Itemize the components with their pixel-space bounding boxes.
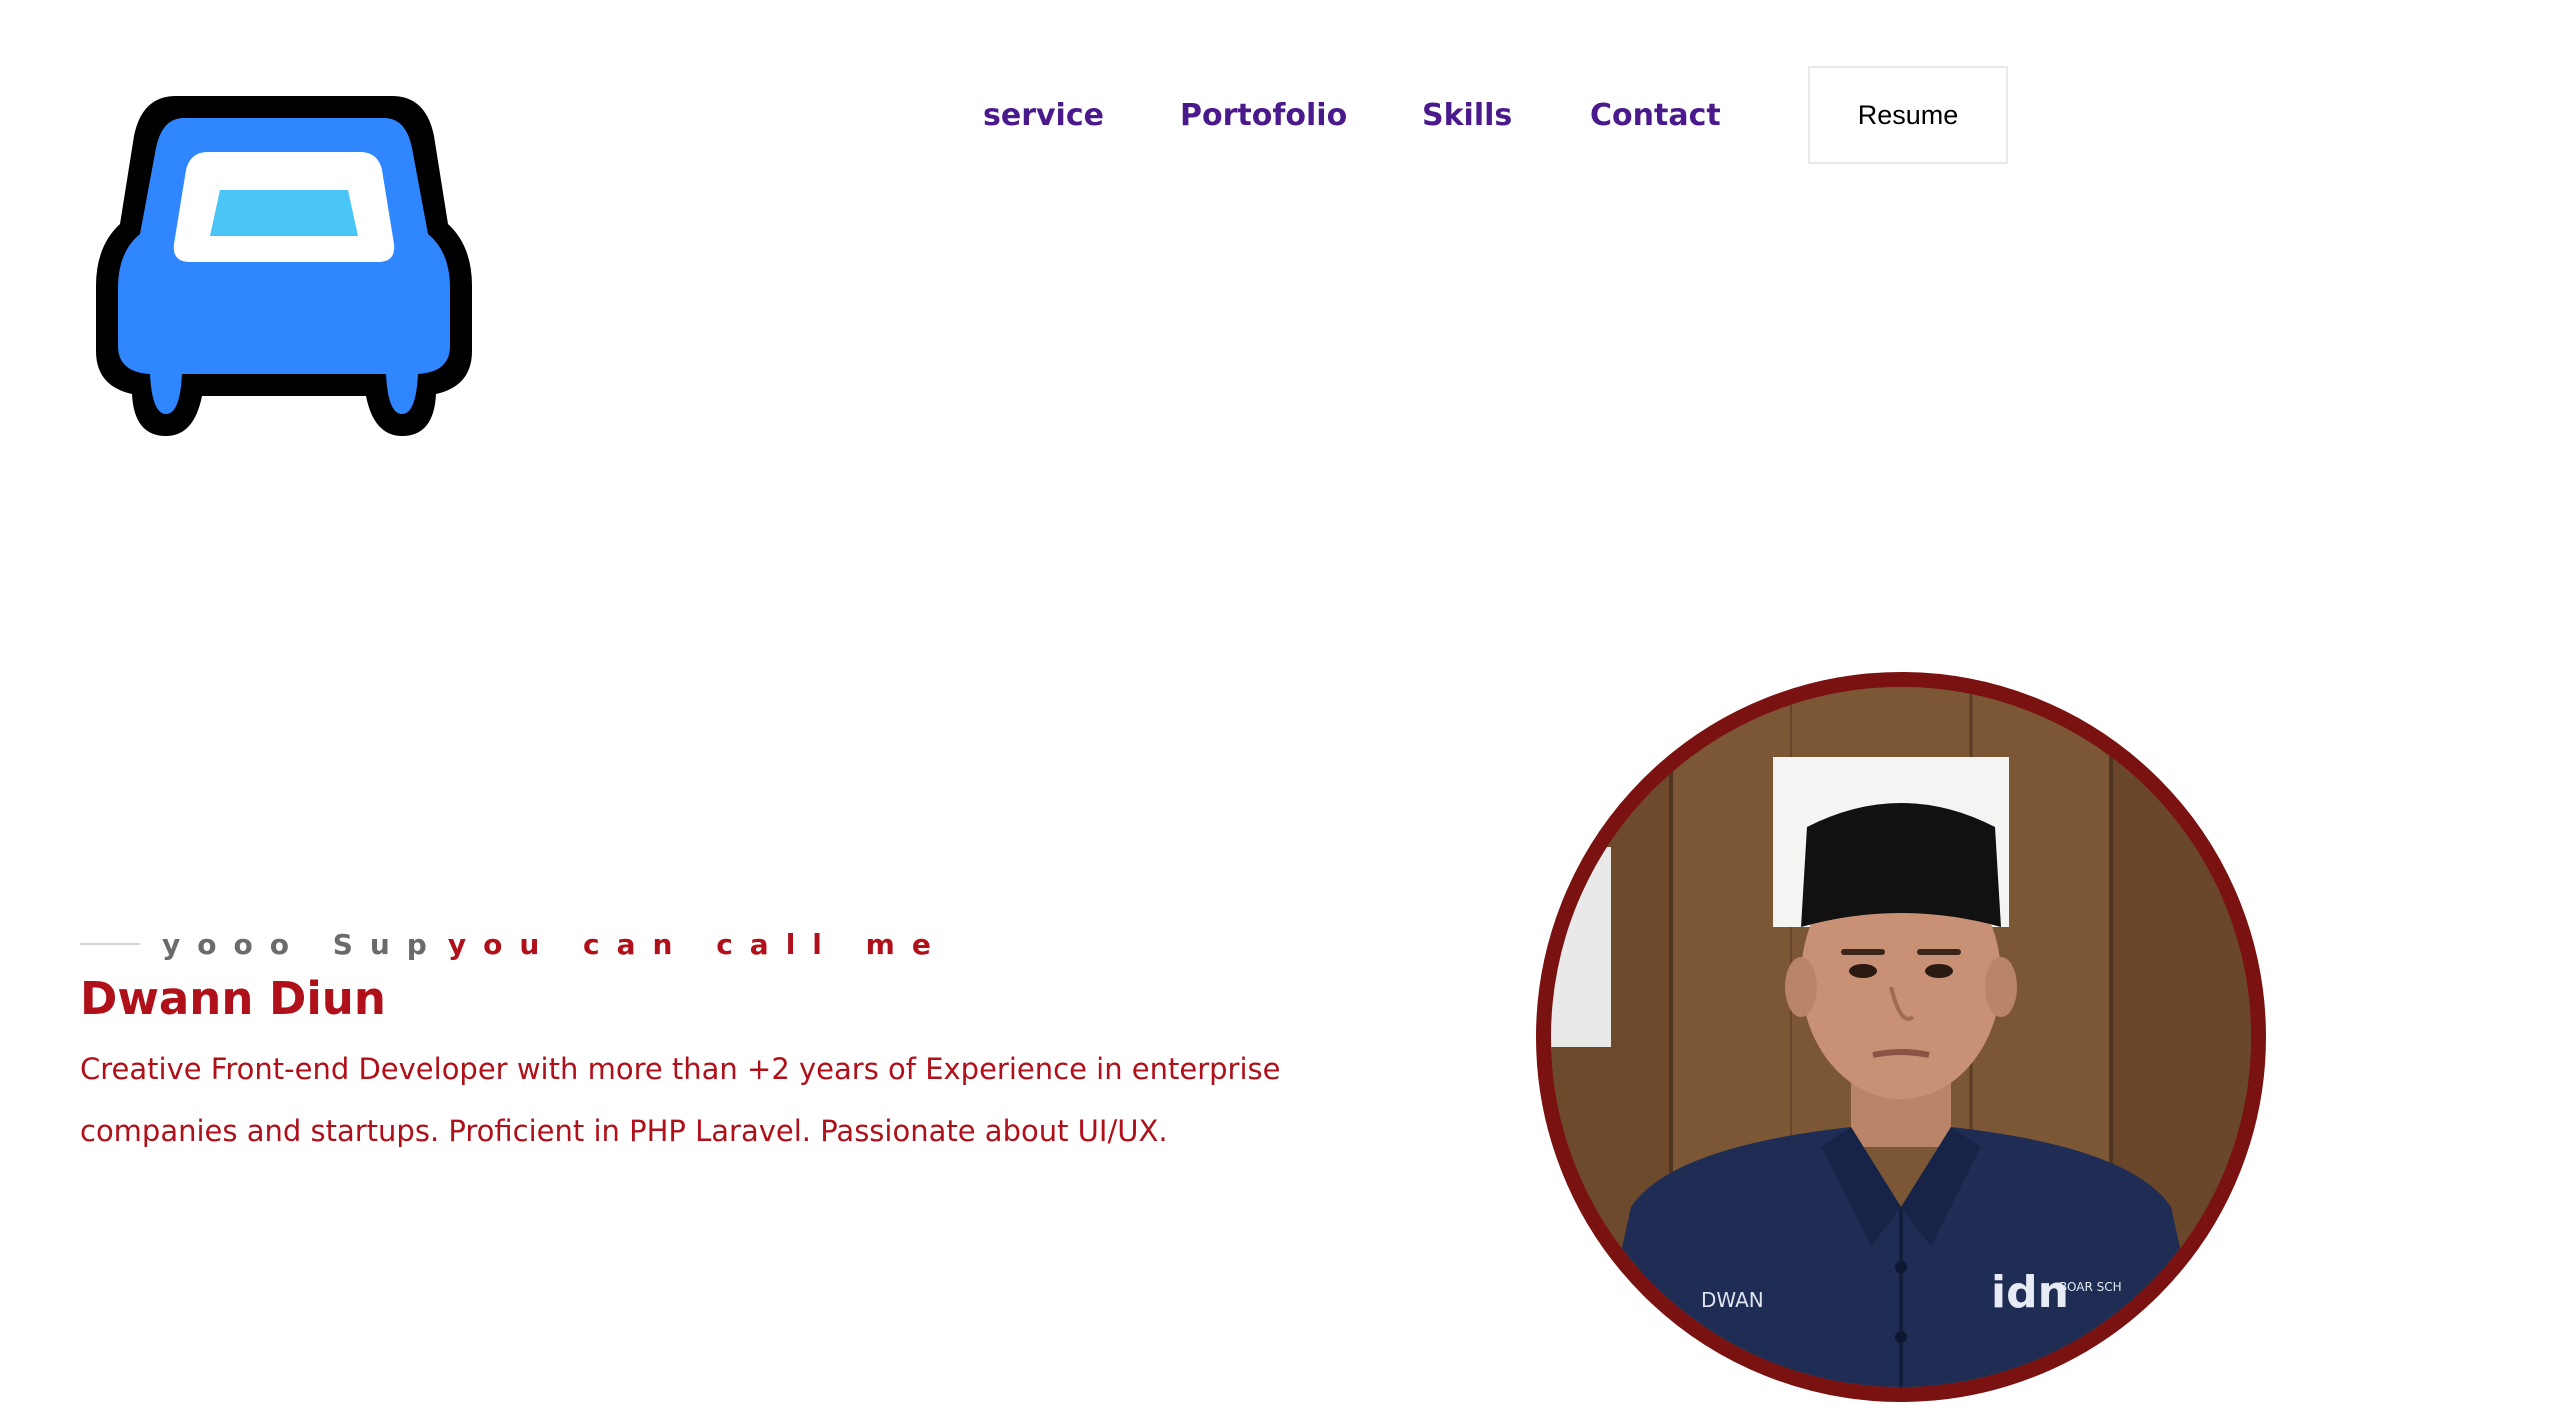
car-icon <box>96 96 472 436</box>
nav-link-contact[interactable]: Contact <box>1590 66 1721 166</box>
profile-photo-image: DWAN idn BOAR SCH <box>1551 687 2251 1387</box>
nav-link-skills[interactable]: Skills <box>1422 66 1512 166</box>
hero-description: Creative Front-end Developer with more t… <box>80 1052 1281 1148</box>
hero-name: Dwann Diun <box>80 972 386 1025</box>
tagline-divider <box>80 943 140 945</box>
tagline-call-me: you can call me <box>447 927 948 961</box>
car-logo[interactable] <box>96 96 472 436</box>
profile-photo: DWAN idn BOAR SCH <box>1536 672 2266 1402</box>
shirt-logo: idn <box>1991 1267 2069 1318</box>
shirt-logo-sub: BOAR SCH <box>2059 1280 2122 1294</box>
resume-button[interactable]: Resume <box>1808 66 2008 164</box>
shirt-name-tag: DWAN <box>1701 1288 1764 1312</box>
hero-tagline: yooo Sup you can call me <box>80 924 948 964</box>
tagline-greeting: yooo Sup <box>162 927 444 961</box>
nav-link-service[interactable]: service <box>983 66 1104 166</box>
nav-link-portfolio[interactable]: Portofolio <box>1180 66 1347 166</box>
